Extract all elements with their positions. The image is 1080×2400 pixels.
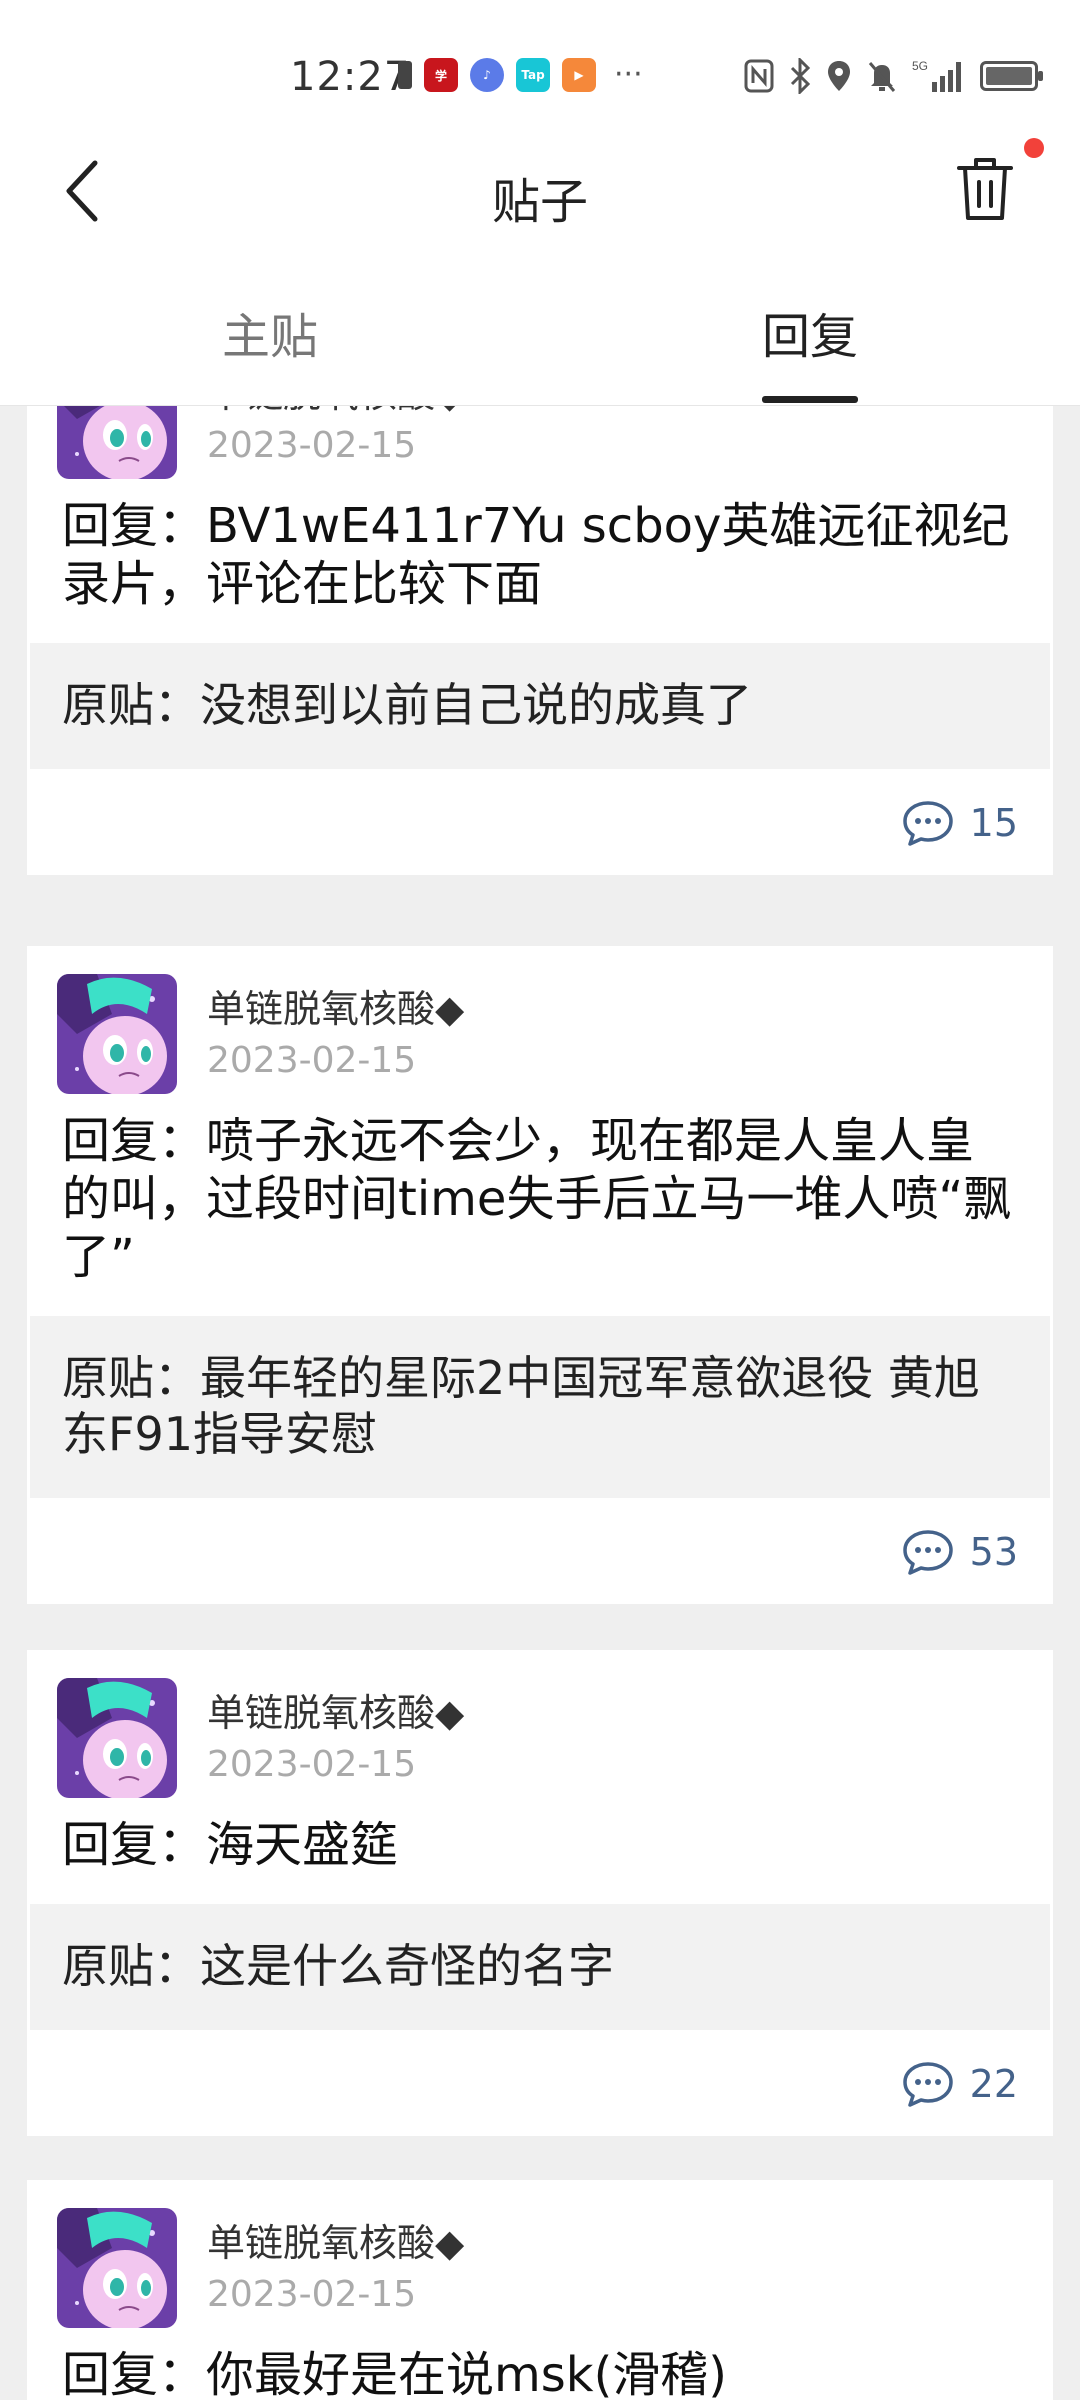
trash-button[interactable]: [955, 152, 1015, 224]
active-tab-indicator: [762, 396, 858, 403]
reply-card[interactable]: 单链脱氧核酸◆ 2023-02-15 回复：BV1wE411r7Yu scboy…: [27, 406, 1053, 875]
app-header: 贴子: [0, 130, 1080, 255]
reply-card[interactable]: 单链脱氧核酸◆ 2023-02-15 回复：你最好是在说msk(滑稽): [27, 2180, 1053, 2400]
signal-icon: 5G: [912, 59, 961, 92]
notification-icons: 学 ♪ Tap ▶ ···: [398, 58, 643, 92]
original-post-link[interactable]: 原贴：这是什么奇怪的名字: [30, 1904, 1050, 2030]
author-name[interactable]: 单链脱氧核酸◆: [207, 978, 464, 1033]
notification-badge-dot: [1024, 138, 1044, 158]
status-bar: 12:27 学 ♪ Tap ▶ ··· 5G: [0, 0, 1080, 130]
reply-card[interactable]: 单链脱氧核酸◆ 2023-02-15 回复：海天盛筵 原贴：这是什么奇怪的名字 …: [27, 1650, 1053, 2136]
battery-icon: [980, 61, 1043, 91]
nfc-icon: [744, 59, 774, 93]
reply-content[interactable]: 回复：海天盛筵: [27, 1800, 1053, 1874]
comment-count: 15: [969, 801, 1018, 845]
reply-card[interactable]: 单链脱氧核酸◆ 2023-02-15 回复：喷子永远不会少，现在都是人皇人皇的叫…: [27, 946, 1053, 1604]
reply-content[interactable]: 回复：喷子永远不会少，现在都是人皇人皇的叫，过段时间time失手后立马一堆人喷“…: [27, 1096, 1053, 1286]
svg-text:5G: 5G: [912, 59, 928, 73]
post-date: 2023-02-15: [207, 2274, 417, 2315]
comment-count: 53: [969, 1530, 1018, 1574]
comment-bubble-icon: [902, 2062, 953, 2107]
pony-avatar-icon: [57, 1678, 177, 1798]
system-icons: 5G: [744, 58, 1043, 94]
author-name[interactable]: 单链脱氧核酸◆: [207, 2212, 464, 2267]
tab-replies[interactable]: 回复: [762, 297, 858, 367]
avatar[interactable]: [57, 1678, 177, 1798]
avatar[interactable]: [57, 406, 177, 479]
comment-bubble-icon: [902, 801, 953, 846]
original-post-link[interactable]: 原贴：最年轻的星际2中国冠军意欲退役 黄旭东F91指导安慰: [30, 1316, 1050, 1498]
battery-saver-icon: [398, 61, 412, 89]
taptap-icon: Tap: [516, 58, 550, 92]
author-name[interactable]: 单链脱氧核酸◆: [207, 406, 464, 418]
tab-main-post[interactable]: 主贴: [222, 297, 318, 367]
mute-bell-icon: [868, 62, 896, 92]
original-post-link[interactable]: 原贴：没想到以前自己说的成真了: [30, 643, 1050, 769]
app-notification-icon: 学: [424, 58, 458, 92]
bluetooth-icon: [790, 58, 811, 94]
comment-button[interactable]: 53: [902, 1528, 1018, 1576]
pony-avatar-icon: [57, 2208, 177, 2328]
pony-avatar-icon: [57, 974, 177, 1094]
reply-content[interactable]: 回复：BV1wE411r7Yu scboy英雄远征视纪录片，评论在比较下面: [27, 481, 1053, 613]
author-name[interactable]: 单链脱氧核酸◆: [207, 1682, 464, 1737]
more-notifications-icon: ···: [614, 57, 643, 92]
tab-bar: 主贴 回复: [0, 255, 1080, 406]
post-date: 2023-02-15: [207, 1040, 417, 1081]
status-time: 12:27: [290, 54, 411, 100]
video-app-icon: ▶: [562, 58, 596, 92]
comment-bubble-icon: [902, 1530, 953, 1575]
reply-feed[interactable]: 单链脱氧核酸◆ 2023-02-15 回复：BV1wE411r7Yu scboy…: [0, 406, 1080, 2400]
post-date: 2023-02-15: [207, 425, 417, 466]
post-date: 2023-02-15: [207, 1744, 417, 1785]
avatar[interactable]: [57, 974, 177, 1094]
location-icon: [828, 61, 850, 91]
comment-count: 22: [969, 2062, 1018, 2106]
pony-avatar-icon: [57, 406, 177, 479]
reply-content[interactable]: 回复：你最好是在说msk(滑稽): [27, 2330, 1053, 2400]
comment-button[interactable]: 15: [902, 799, 1018, 847]
page-title: 贴子: [491, 174, 588, 230]
music-app-icon: ♪: [470, 58, 504, 92]
comment-button[interactable]: 22: [902, 2060, 1018, 2108]
avatar[interactable]: [57, 2208, 177, 2328]
